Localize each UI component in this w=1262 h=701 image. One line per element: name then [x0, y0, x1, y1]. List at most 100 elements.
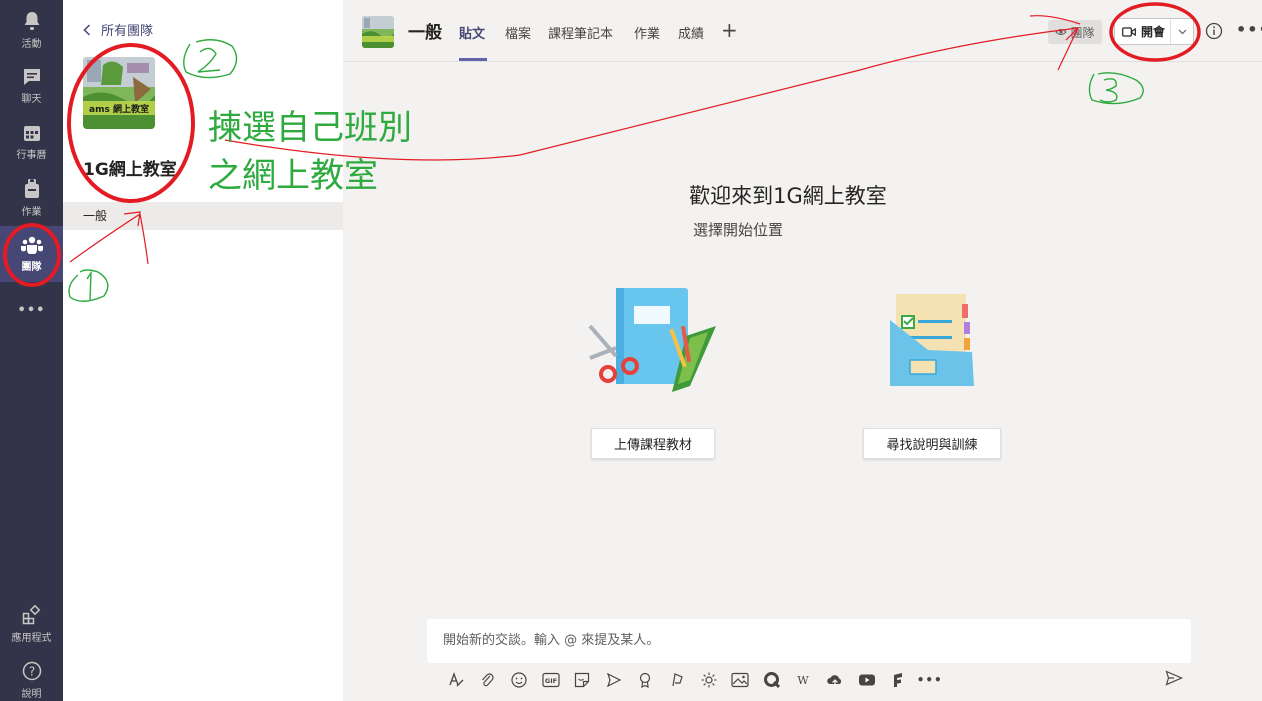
- channel-item-general[interactable]: 一般: [63, 202, 343, 230]
- compose-placeholder: 開始新的交談。輸入 @ 來提及某人。: [443, 633, 660, 648]
- more-options-button[interactable]: •••: [1236, 20, 1262, 39]
- chat-icon: [23, 68, 40, 85]
- attach-button[interactable]: [472, 668, 504, 692]
- team-avatar-text: ams 網上教室: [89, 103, 149, 115]
- gif-label: GIF: [544, 677, 556, 685]
- calendar-icon: [23, 125, 40, 141]
- rail-label-activity: 活動: [21, 38, 42, 50]
- flipgrid-icon: [894, 673, 903, 687]
- emoji-icon: [511, 672, 527, 688]
- rail-label-apps: 應用程式: [11, 632, 52, 644]
- find-help-label: 尋找說明與訓練: [886, 438, 978, 453]
- teams-icon: [20, 236, 43, 254]
- svg-text:W: W: [798, 674, 810, 686]
- praise-button[interactable]: [630, 668, 662, 692]
- info-icon: [1205, 22, 1223, 40]
- rail-item-help[interactable]: ? 說明: [0, 652, 63, 701]
- rail-label-chat: 聊天: [21, 93, 42, 105]
- channel-header: 一般 貼文 檔案 課程筆記本 作業 成績 + 團隊 開會 •••: [343, 0, 1262, 62]
- rail-label-assignments: 作業: [21, 206, 42, 218]
- meet-now-label: 開會: [1141, 25, 1166, 39]
- team-name: 1G網上教室: [83, 160, 177, 180]
- paperclip-icon: [482, 673, 495, 687]
- tab-posts[interactable]: 貼文: [459, 23, 485, 42]
- schedule-meeting-icon: [606, 672, 622, 688]
- add-tab-button[interactable]: +: [721, 18, 738, 42]
- rail-label-help: 說明: [21, 688, 42, 700]
- welcome-subtitle: 選擇開始位置: [692, 221, 783, 239]
- bell-icon: [24, 11, 39, 30]
- all-teams-label: 所有團隊: [101, 24, 154, 39]
- meet-now-button[interactable]: 開會: [1114, 18, 1194, 45]
- video-camera-icon: [1122, 26, 1136, 37]
- help-icon: ?: [22, 661, 41, 680]
- folder-illustration: [884, 290, 979, 394]
- rail-label-calendar: 行事曆: [16, 149, 47, 161]
- upload-materials-button[interactable]: 上傳課程教材: [591, 428, 715, 459]
- annotation-instruction-line2: 之網上教室: [208, 156, 378, 196]
- annotation-number-3: [1088, 72, 1144, 105]
- team-chip-label: 團隊: [1070, 25, 1095, 40]
- svg-text:?: ?: [28, 664, 34, 678]
- channel-label: 一般: [83, 209, 108, 223]
- app-rail: 活動 聊天 行事曆 作業 團隊 ••• 應用程式 ? 說明: [0, 0, 63, 701]
- rail-item-assignments[interactable]: 作業: [0, 170, 63, 226]
- rail-more-button[interactable]: •••: [0, 282, 63, 338]
- flipgrid-button[interactable]: [882, 668, 914, 692]
- team-visibility-chip[interactable]: 團隊: [1048, 20, 1102, 44]
- send-button[interactable]: [1165, 670, 1184, 690]
- rail-item-calendar[interactable]: 行事曆: [0, 114, 63, 170]
- stream-icon: [672, 673, 683, 687]
- compose-box[interactable]: 開始新的交談。輸入 @ 來提及某人。: [427, 619, 1191, 663]
- tab-files[interactable]: 檔案: [505, 23, 531, 42]
- sticker-icon: [575, 672, 590, 688]
- chevron-left-icon: [83, 23, 91, 36]
- channel-info-button[interactable]: [1205, 22, 1223, 44]
- stream-button[interactable]: [661, 668, 693, 692]
- more-icon: •••: [17, 302, 46, 318]
- format-button[interactable]: [440, 668, 472, 692]
- rail-item-chat[interactable]: 聊天: [0, 58, 63, 114]
- emoji-button[interactable]: [503, 668, 535, 692]
- find-help-button[interactable]: 尋找說明與訓練: [863, 428, 1001, 459]
- meet-options-dropdown[interactable]: [1171, 29, 1193, 35]
- team-avatar[interactable]: ams 網上教室: [83, 57, 155, 129]
- channel-title: 一般: [408, 23, 442, 43]
- chevron-down-icon: [1178, 29, 1186, 34]
- rail-label-teams: 團隊: [21, 261, 42, 273]
- eye-icon: [1055, 29, 1068, 35]
- compose-toolbar: GIF W •••: [440, 668, 946, 692]
- youtube-icon: [858, 674, 875, 686]
- format-icon: [449, 672, 464, 687]
- send-icon: [1165, 670, 1184, 686]
- quizlet-button[interactable]: [756, 668, 788, 692]
- sun-icon: [701, 672, 717, 688]
- apps-icon: [22, 604, 40, 624]
- upload-materials-label: 上傳課程教材: [613, 438, 692, 453]
- wikipedia-icon: W: [798, 674, 810, 686]
- image-button[interactable]: [724, 668, 756, 692]
- wikipedia-button[interactable]: W: [788, 668, 820, 692]
- all-teams-link[interactable]: 所有團隊: [83, 20, 153, 39]
- annotation-instruction-line1: 揀選自己班別: [208, 108, 412, 148]
- rail-item-teams[interactable]: 團隊: [0, 226, 63, 282]
- meet-now-compose-button[interactable]: [598, 668, 630, 692]
- rail-item-apps[interactable]: 應用程式: [0, 596, 63, 652]
- tab-assignments[interactable]: 作業: [634, 23, 660, 42]
- meet-now-main[interactable]: 開會: [1115, 19, 1171, 44]
- tab-grades[interactable]: 成績: [678, 23, 704, 42]
- notebook-illustration: [586, 286, 721, 400]
- sticker-button[interactable]: [566, 668, 598, 692]
- quizlet-icon: [763, 672, 780, 689]
- weather-button[interactable]: [693, 668, 725, 692]
- praise-icon: [640, 672, 651, 688]
- tab-class-notebook[interactable]: 課程筆記本: [548, 23, 613, 42]
- assignment-icon: [24, 178, 39, 198]
- rail-item-activity[interactable]: 活動: [0, 2, 63, 58]
- more-apps-button[interactable]: •••: [914, 668, 946, 692]
- onedrive-button[interactable]: [819, 668, 851, 692]
- youtube-button[interactable]: [851, 668, 883, 692]
- channel-team-avatar: [362, 16, 394, 48]
- gif-button[interactable]: GIF: [535, 668, 567, 692]
- active-tab-indicator: [459, 58, 487, 61]
